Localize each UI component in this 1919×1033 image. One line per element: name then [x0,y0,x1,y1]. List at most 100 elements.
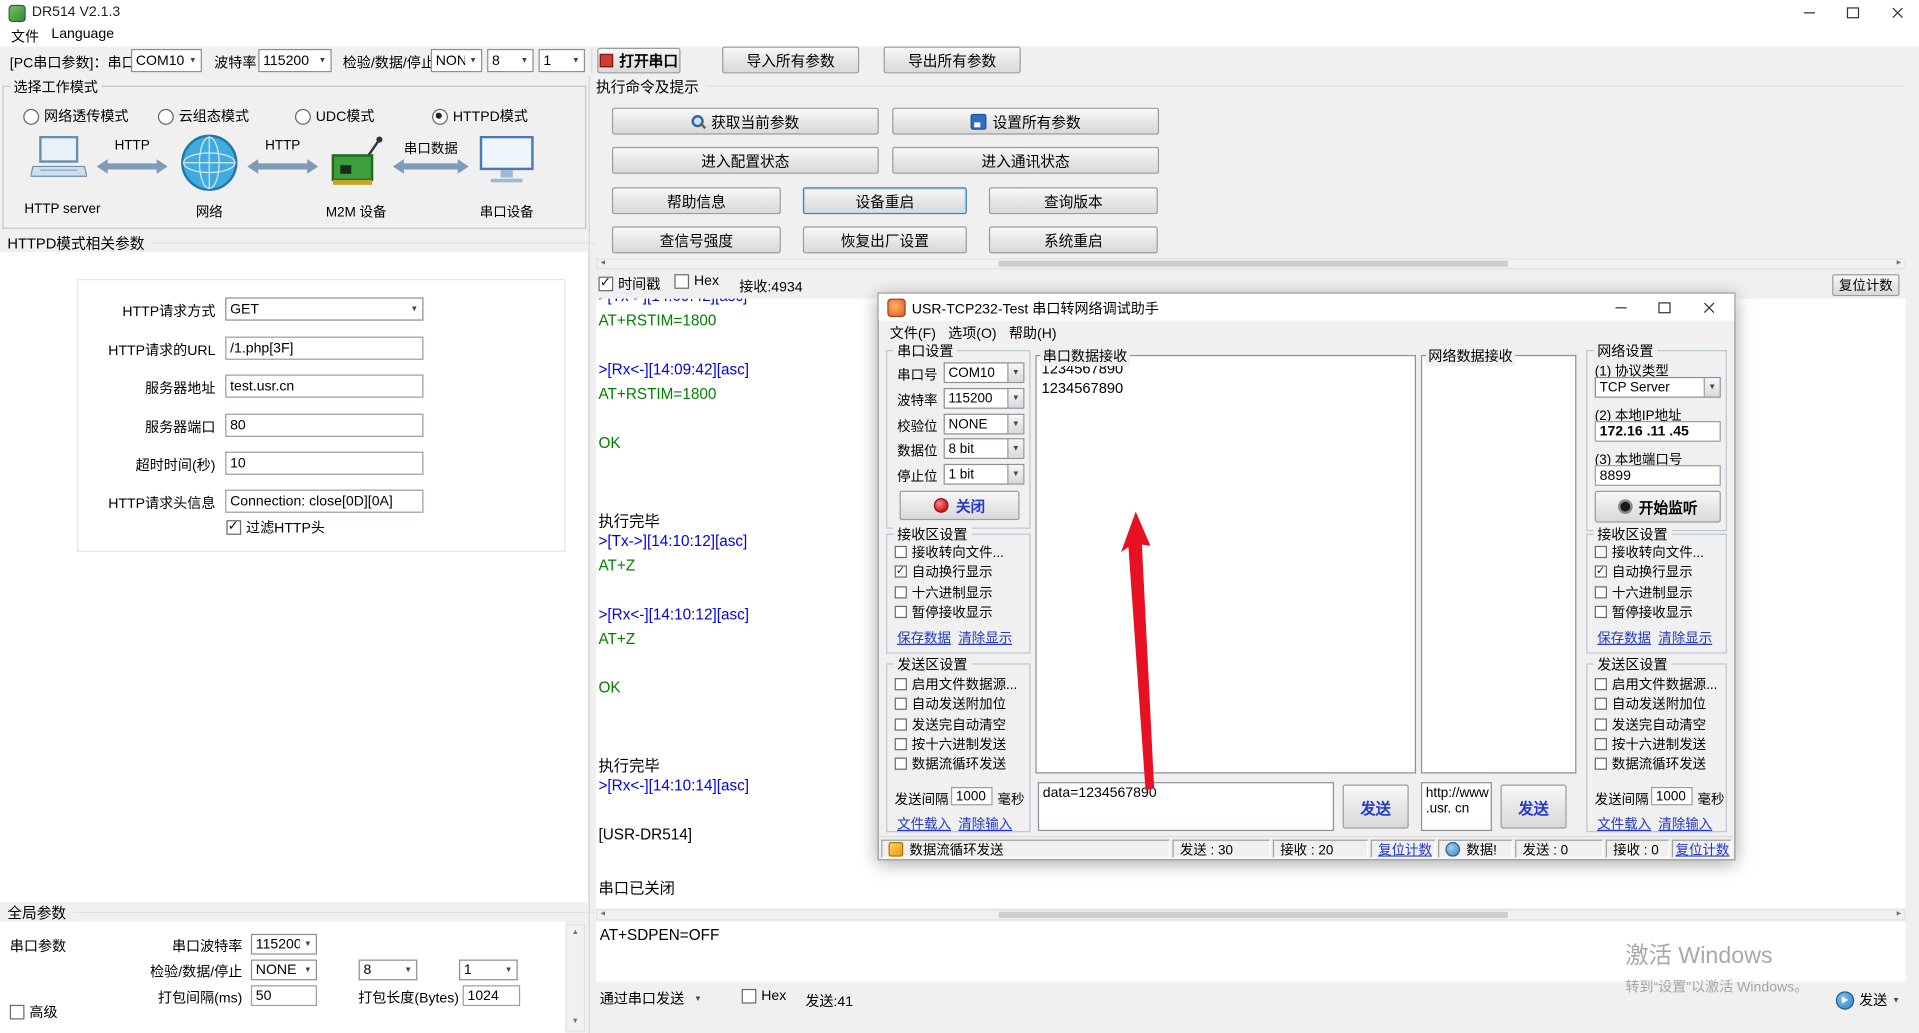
hex-option[interactable]: Hex [674,274,719,289]
checkbox[interactable] [895,546,907,558]
radio-httpd-mode[interactable] [432,108,448,124]
scroll-left-icon[interactable]: ◄ [597,911,608,920]
checkbox-option[interactable]: 暂停接收显示 [892,602,1029,622]
radio-udc-mode[interactable] [295,108,311,124]
hex-send-option[interactable]: Hex [742,989,787,1004]
checkbox[interactable] [1595,738,1607,750]
server-port-input[interactable]: 80 [225,414,423,437]
checkbox-option[interactable]: 发送完自动清空 [1592,714,1725,734]
start-listen-button[interactable]: 开始监听 [1595,491,1721,523]
send-interval-input[interactable]: 1000 [951,787,993,805]
reset-count-link[interactable]: 复位计数 [1378,840,1432,858]
hex-send-checkbox[interactable] [742,989,757,1004]
checkbox[interactable] [895,678,907,690]
enter-comm-button[interactable]: 进入通讯状态 [892,147,1159,174]
open-port-button[interactable]: 打开串口 [597,48,680,74]
tray-send-button[interactable]: 发送 ▼ [1836,990,1900,1010]
checkbox-option[interactable]: 十六进制显示 [892,582,1029,602]
scrollbar-thumb[interactable] [999,912,1508,918]
filter-http-checkbox[interactable] [226,520,241,535]
net-recv-area[interactable] [1421,355,1576,774]
mode-option-httpd[interactable]: HTTPD模式 [432,106,528,126]
stopbits-select[interactable]: 1▼ [539,49,586,72]
tcp-maximize-button[interactable] [1642,294,1686,321]
scroll-right-icon[interactable]: ► [1893,911,1904,920]
http-header-input[interactable]: Connection: close[0D][0A] [225,490,423,513]
checkbox[interactable] [1595,718,1607,730]
import-params-button[interactable]: 导入所有参数 [722,47,859,74]
send-via-serial-dropdown[interactable]: 通过串口发送 ▼ [600,989,702,1009]
checkbox[interactable] [1595,606,1607,618]
scroll-right-icon[interactable]: ► [1893,259,1904,268]
file-load-link[interactable]: 文件载入 [897,814,951,834]
checkbox[interactable] [895,758,907,770]
http-method-select[interactable]: GET▼ [225,297,423,320]
scrollbar-thumb[interactable] [999,261,1508,267]
checkbox[interactable] [895,566,907,578]
enter-config-button[interactable]: 进入配置状态 [612,147,879,174]
databits-select[interactable]: 8▼ [487,49,534,72]
mode-option-udc[interactable]: UDC模式 [295,106,374,126]
checkbox[interactable] [1595,698,1607,710]
checkbox-option[interactable]: 数据流循环发送 [1592,754,1725,774]
serial-reset-count[interactable]: 复位计数 [1371,840,1436,858]
help-button[interactable]: 帮助信息 [612,187,781,214]
send-interval-input[interactable]: 1000 [1651,787,1693,805]
set-params-button[interactable]: 设置所有参数 [892,108,1159,135]
checkbox-option[interactable]: 自动发送附加位 [892,694,1029,714]
minimize-button[interactable] [1787,0,1831,26]
net-send-input[interactable]: http://www .usr. cn [1421,782,1492,831]
reset-count-link[interactable]: 复位计数 [1676,840,1730,858]
timeout-input[interactable]: 10 [225,452,423,475]
export-params-button[interactable]: 导出所有参数 [884,47,1021,74]
scroll-down-icon[interactable]: ▼ [567,1015,584,1031]
tcp-databits-select[interactable]: 8 bit▼ [944,438,1025,459]
global-stopbits-select[interactable]: 1▼ [459,960,518,981]
tcp-baud-select[interactable]: 115200▼ [944,388,1025,409]
local-port-input[interactable]: 8899 [1595,465,1721,486]
advanced-checkbox[interactable] [10,1005,25,1020]
global-databits-select[interactable]: 8▼ [359,960,418,981]
checkbox-option[interactable]: 发送完自动清空 [892,714,1029,734]
close-port-button[interactable]: 关闭 [900,491,1020,520]
serial-send-input[interactable]: data=1234567890 [1038,782,1334,831]
checkbox[interactable] [1595,566,1607,578]
checkbox-option[interactable]: 接收转向文件... [1592,542,1725,562]
checkbox-option[interactable]: 自动换行显示 [1592,562,1725,582]
checkbox-option[interactable]: 数据流循环发送 [892,754,1029,774]
clear-input-link[interactable]: 清除输入 [1658,814,1712,834]
global-scrollbar[interactable]: ▲ ▼ [565,924,585,1032]
checkbox[interactable] [895,738,907,750]
mode-option-transparent[interactable]: 网络透传模式 [23,106,128,126]
checkbox[interactable] [895,698,907,710]
close-button[interactable] [1875,0,1919,26]
factory-reset-button[interactable]: 恢复出厂设置 [803,226,967,253]
system-restart-button[interactable]: 系统重启 [989,226,1158,253]
maximize-button[interactable] [1831,0,1875,26]
checkbox-option[interactable]: 自动换行显示 [892,562,1029,582]
serial-send-button[interactable]: 发送 [1343,785,1409,829]
checkbox[interactable] [1595,678,1607,690]
checkbox-option[interactable]: 按十六进制发送 [1592,734,1725,754]
checkbox-option[interactable]: 自动发送附加位 [1592,694,1725,714]
save-data-link[interactable]: 保存数据 [897,628,951,648]
query-version-button[interactable]: 查询版本 [989,187,1158,214]
checkbox-option[interactable]: 暂停接收显示 [1592,602,1725,622]
clear-display-link[interactable]: 清除显示 [958,628,1012,648]
checkbox[interactable] [1595,758,1607,770]
file-load-link[interactable]: 文件载入 [1597,814,1651,834]
net-reset-count[interactable]: 复位计数 [1672,840,1732,858]
checkbox[interactable] [1595,586,1607,598]
checkbox-option[interactable]: 十六进制显示 [1592,582,1725,602]
reset-count-button[interactable]: 复位计数 [1832,274,1899,296]
log-scrollbar[interactable]: ◄ ► [596,909,1906,920]
radio-net-transparent[interactable] [23,108,39,124]
signal-strength-button[interactable]: 查信号强度 [612,226,781,253]
filter-http-option[interactable]: 过滤HTTP头 [226,518,325,538]
scroll-left-icon[interactable]: ◄ [597,259,608,268]
device-restart-button[interactable]: 设备重启 [803,187,967,214]
tcp-menu-help[interactable]: 帮助(H) [1003,322,1063,344]
com-port-select[interactable]: COM10▼ [131,49,202,72]
tcp-com-select[interactable]: COM10▼ [944,362,1025,383]
pack-length-input[interactable]: 1024 [463,985,521,1006]
